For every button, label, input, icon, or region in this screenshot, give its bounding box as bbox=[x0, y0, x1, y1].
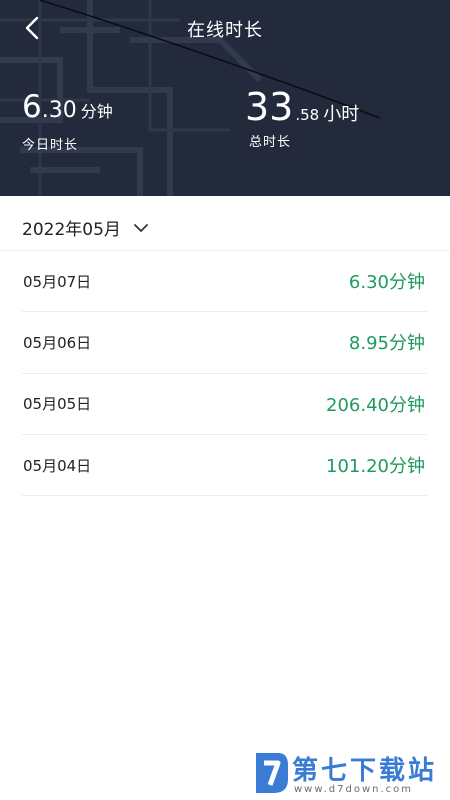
record-date: 05月05日 bbox=[23, 395, 92, 414]
watermark-url: www.d7down.com bbox=[294, 784, 414, 795]
today-value-dec: .30 bbox=[41, 98, 77, 123]
record-duration: 6.30分钟 bbox=[348, 272, 425, 294]
record-duration: 8.95分钟 bbox=[348, 333, 425, 355]
total-duration-stat: 33 .58 小时 总时长 bbox=[245, 87, 359, 150]
watermark-brand: 第七下载站 bbox=[292, 756, 438, 786]
today-unit: 分钟 bbox=[80, 102, 113, 121]
record-date: 05月07日 bbox=[23, 272, 92, 291]
list-item[interactable]: 05月04日 101.20分钟 bbox=[22, 435, 427, 497]
month-selector[interactable]: 2022年05月 bbox=[22, 212, 149, 242]
today-duration-stat: 6.30 分钟 今日时长 bbox=[22, 90, 113, 153]
month-label: 2022年05月 bbox=[22, 219, 121, 240]
page-title: 在线时长 bbox=[187, 20, 263, 41]
total-value-dec: .58 bbox=[295, 106, 320, 124]
list-item[interactable]: 05月06日 8.95分钟 bbox=[22, 312, 427, 374]
list-item[interactable]: 05月07日 6.30分钟 bbox=[22, 251, 427, 313]
record-duration: 206.40分钟 bbox=[326, 394, 425, 416]
total-value-int: 33 bbox=[245, 85, 294, 129]
chevron-down-icon bbox=[134, 224, 148, 232]
site-watermark: 第七下载站 www.d7down.com bbox=[250, 744, 450, 800]
record-date: 05月06日 bbox=[23, 333, 92, 352]
total-unit: 小时 bbox=[323, 104, 360, 125]
duration-record-list: 05月07日 6.30分钟 05月06日 8.95分钟 05月05日 206.4… bbox=[22, 251, 427, 497]
record-date: 05月04日 bbox=[23, 456, 92, 475]
d7-logo-icon bbox=[256, 753, 288, 793]
record-duration: 101.20分钟 bbox=[326, 456, 425, 478]
today-value-int: 6 bbox=[22, 89, 42, 125]
total-caption: 总时长 bbox=[249, 135, 292, 150]
today-caption: 今日时长 bbox=[22, 138, 79, 153]
header-banner: 在线时长 6.30 分钟 今日时长 33 .58 小时 总时长 bbox=[0, 0, 450, 196]
list-item[interactable]: 05月05日 206.40分钟 bbox=[22, 374, 427, 435]
